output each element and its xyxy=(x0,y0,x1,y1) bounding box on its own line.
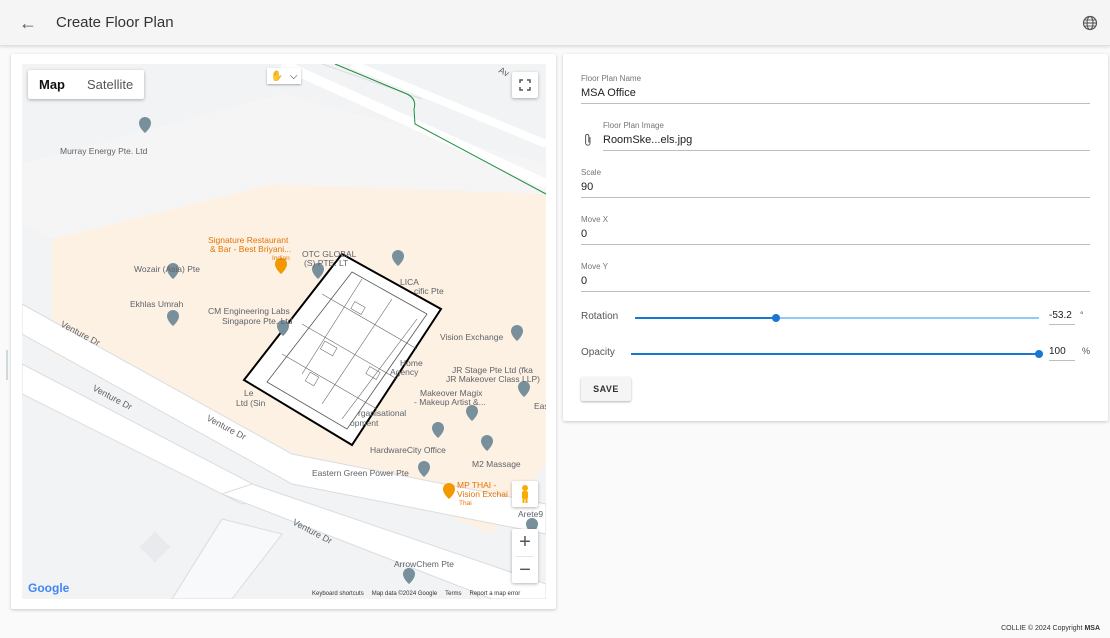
opacity-fill xyxy=(631,353,1039,355)
zoom-control: + − xyxy=(512,529,538,583)
rotation-row: Rotation -53.2 ° xyxy=(581,308,1090,328)
restaurant-label: Vision Exchai xyxy=(457,489,508,499)
map-view[interactable]: Murray Energy Pte. Ltd Wozair (Asia) Pte… xyxy=(22,64,546,599)
opacity-unit: % xyxy=(1082,346,1091,356)
paperclip-icon[interactable] xyxy=(583,133,593,147)
place-label: Eas xyxy=(534,401,546,411)
save-button[interactable]: SAVE xyxy=(581,377,631,401)
move-x-field[interactable]: Move X 0 xyxy=(581,215,1090,245)
place-label: Ekhlas Umrah xyxy=(130,299,184,309)
keyboard-shortcuts-link[interactable]: Keyboard shortcuts xyxy=(312,591,364,597)
place-label: Agency xyxy=(390,367,419,377)
copyright-footer: COLLIE © 2024 Copyright MSA xyxy=(1001,625,1100,632)
floor-plan-form: Floor Plan Name MSA Office Floor Plan Im… xyxy=(563,54,1108,421)
copyright-text: COLLIE © 2024 Copyright xyxy=(1001,625,1085,632)
pegman-icon xyxy=(522,485,528,503)
copyright-brand: MSA xyxy=(1084,625,1100,632)
map-data-text: Map data ©2024 Google xyxy=(371,591,438,597)
place-label: ArrowChem Pte xyxy=(394,559,454,569)
map-canvas[interactable]: Murray Energy Pte. Ltd Wozair (Asia) Pte… xyxy=(22,64,546,599)
move-y-input[interactable]: 0 xyxy=(581,275,1090,291)
place-label: opment xyxy=(350,418,379,428)
google-logo-text: Google xyxy=(28,581,70,595)
restaurant-label: Indian xyxy=(272,255,290,262)
zoom-in-button[interactable]: + xyxy=(512,529,538,556)
place-label: CM Engineering Labs xyxy=(208,306,290,316)
map-attribution: Keyboard shortcuts Map data ©2024 Google… xyxy=(312,591,520,597)
opacity-label: Opacity xyxy=(581,347,615,358)
zoom-out-button[interactable]: − xyxy=(512,557,538,584)
place-label: Eastern Green Power Pte xyxy=(312,468,409,478)
map-type-map-button[interactable]: Map xyxy=(28,70,76,99)
place-label: JR Makeover Class LLP) xyxy=(446,374,540,384)
rotation-label: Rotation xyxy=(581,311,619,322)
field-label: Move Y xyxy=(581,262,608,271)
floor-plan-image-input[interactable]: RoomSke...els.jpg xyxy=(603,134,1090,150)
map-type-satellite-button[interactable]: Satellite xyxy=(76,70,144,99)
place-label: Singapore Pte. Ltd xyxy=(222,316,293,326)
rotation-input[interactable]: -53.2 xyxy=(1049,310,1075,325)
terms-link[interactable]: Terms xyxy=(445,591,461,597)
place-label: HardwareCity Office xyxy=(370,445,446,455)
field-label: Floor Plan Image xyxy=(603,121,664,130)
page-title: Create Floor Plan xyxy=(56,14,174,31)
opacity-input[interactable]: 100 xyxy=(1049,346,1075,361)
restaurant-label: Thai xyxy=(459,500,472,507)
top-app-bar: ← Create Floor Plan xyxy=(0,0,1110,46)
globe-icon[interactable] xyxy=(1080,13,1100,33)
place-label: M2 Massage xyxy=(472,459,521,469)
rotation-unit: ° xyxy=(1080,310,1084,320)
restaurant-label: & Bar - Best Briyani... xyxy=(210,244,291,254)
field-label: Floor Plan Name xyxy=(581,74,642,83)
floor-plan-image-field[interactable]: Floor Plan Image RoomSke...els.jpg xyxy=(603,121,1090,151)
draw-tools: ✋ ⌵ xyxy=(267,68,301,84)
place-label: - Makeup Artist &... xyxy=(414,397,486,407)
opacity-slider-thumb[interactable] xyxy=(1035,350,1043,358)
place-label: cific Pte xyxy=(414,286,444,296)
field-label: Move X xyxy=(581,215,609,224)
field-label: Scale xyxy=(581,168,602,177)
place-label: Wozair (Asia) Pte xyxy=(134,264,200,274)
draw-polygon-icon[interactable]: ⌵ xyxy=(290,71,298,82)
place-label: rganisational xyxy=(358,408,406,418)
floor-plan-name-input[interactable]: MSA Office xyxy=(581,87,1090,103)
scale-input[interactable]: 90 xyxy=(581,181,1090,197)
place-label: Vision Exchange xyxy=(440,332,503,342)
move-x-input[interactable]: 0 xyxy=(581,228,1090,244)
google-logo: Google xyxy=(28,581,69,595)
fullscreen-icon xyxy=(519,79,531,91)
map-type-control: Map Satellite xyxy=(28,70,145,99)
rotation-slider-thumb[interactable] xyxy=(772,314,781,322)
place-label: Arete9 xyxy=(518,509,543,519)
report-error-link[interactable]: Report a map error xyxy=(470,591,521,597)
map-card: Murray Energy Pte. Ltd Wozair (Asia) Pte… xyxy=(11,54,556,609)
fullscreen-button[interactable] xyxy=(512,72,538,98)
place-label: Murray Energy Pte. Ltd xyxy=(60,146,148,156)
drawer-edge xyxy=(6,350,8,380)
place-label: Ltd (Sin xyxy=(236,398,266,408)
arrow-left-icon[interactable]: ← xyxy=(18,13,38,33)
opacity-row: Opacity 100 % xyxy=(581,344,1090,364)
move-y-field[interactable]: Move Y 0 xyxy=(581,262,1090,292)
place-label: Le xyxy=(244,388,254,398)
rotation-fill xyxy=(635,317,777,319)
scale-field[interactable]: Scale 90 xyxy=(581,168,1090,198)
place-label: (S) PTE. LT xyxy=(304,258,348,268)
hand-icon[interactable]: ✋ xyxy=(270,71,282,82)
street-view-button[interactable] xyxy=(512,481,538,507)
floor-plan-name-field[interactable]: Floor Plan Name MSA Office xyxy=(581,74,1090,104)
